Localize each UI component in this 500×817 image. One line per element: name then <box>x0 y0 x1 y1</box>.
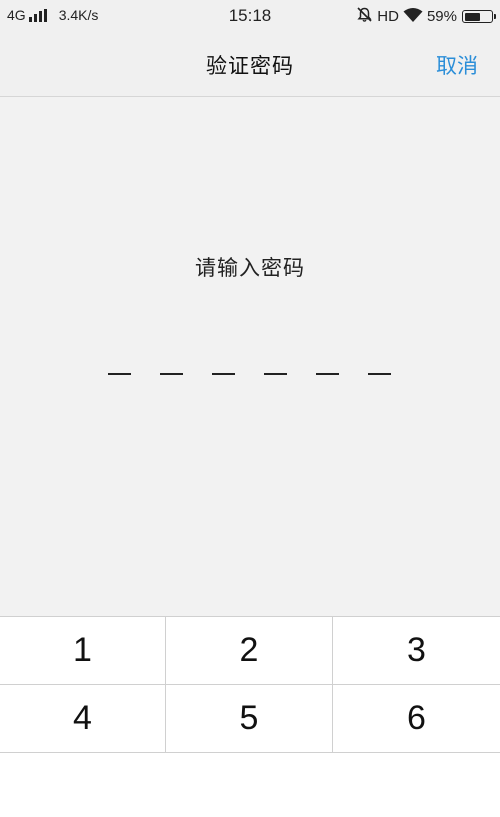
pin-slot <box>108 373 131 375</box>
pin-slot <box>264 373 287 375</box>
page-title: 验证密码 <box>206 54 294 78</box>
battery-icon <box>462 10 496 23</box>
key-4[interactable]: 4 <box>0 685 166 753</box>
password-input[interactable] <box>108 373 391 375</box>
key-3[interactable]: 3 <box>333 617 500 685</box>
pin-slot <box>160 373 183 375</box>
bell-muted-icon <box>356 6 373 27</box>
battery-level <box>464 12 480 21</box>
status-right: HD 59% <box>352 6 496 27</box>
nav-bar: 验证密码 取消 <box>0 32 500 97</box>
key-5[interactable]: 5 <box>166 685 333 753</box>
status-bar: 4G 3.4K/s 15:18 HD 59% <box>0 0 500 32</box>
key-6[interactable]: 6 <box>333 685 500 753</box>
wifi-icon <box>403 7 423 27</box>
key-2[interactable]: 2 <box>166 617 333 685</box>
pin-slot <box>368 373 391 375</box>
pin-slot <box>212 373 235 375</box>
numeric-keypad: 123 456 <box>0 616 500 817</box>
password-prompt: 请输入密码 <box>195 256 305 280</box>
hd-indicator: HD <box>377 8 399 25</box>
pin-slot <box>316 373 339 375</box>
cancel-button[interactable]: 取消 <box>436 50 478 80</box>
key-1[interactable]: 1 <box>0 617 166 685</box>
battery-percent: 59% <box>426 8 457 25</box>
